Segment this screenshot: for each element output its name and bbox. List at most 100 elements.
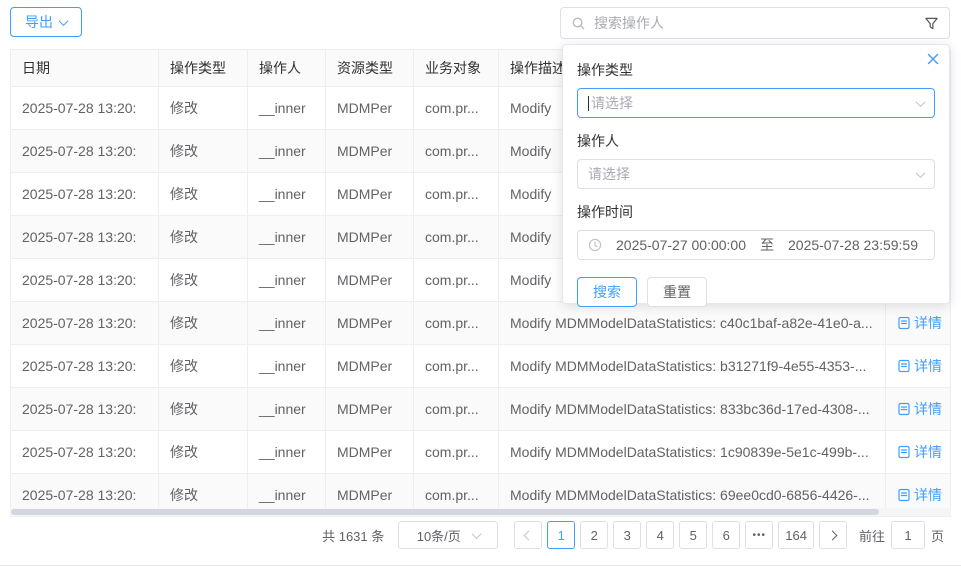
cell-resource: MDMPer [326,431,414,473]
container-bottom-border [0,565,961,566]
detail-link-label: 详情 [914,485,942,505]
cell-object: com.pr... [414,388,499,430]
document-icon [897,488,911,502]
date-range-start: 2025-07-27 00:00:00 [616,237,746,253]
date-range-picker[interactable]: 2025-07-27 00:00:00 至 2025-07-28 23:59:5… [577,230,935,260]
document-icon [897,316,911,330]
cell-type: 修改 [159,431,248,473]
cell-resource: MDMPer [326,130,414,172]
cell-object: com.pr... [414,345,499,387]
page-button-4[interactable]: 4 [646,521,674,549]
cell-object: com.pr... [414,259,499,301]
total-count: 共 1631 条 [322,526,384,545]
operator-search-box[interactable] [560,7,950,39]
cell-detail: 详情 [886,302,950,344]
table-row: 2025-07-28 13:20:修改__innerMDMPercom.pr..… [11,430,950,473]
table-row: 2025-07-28 13:20:修改__innerMDMPercom.pr..… [11,301,950,344]
prev-page-button[interactable] [514,521,542,549]
cell-date: 2025-07-28 13:20: [11,431,159,473]
col-header-type: 操作类型 [159,50,248,86]
cell-type: 修改 [159,259,248,301]
cell-desc: Modify MDMModelDataStatistics: 833bc36d-… [499,388,886,430]
date-range-separator: 至 [760,235,774,255]
filter-funnel-icon[interactable] [924,16,939,31]
chevron-down-icon [471,529,481,539]
page-button-5[interactable]: 5 [679,521,707,549]
cell-operator: __inner [248,130,326,172]
filter-panel: 操作类型 请选择 操作人 请选择 操作时间 2025-07-27 00:00:0… [562,44,950,304]
cell-operator: __inner [248,173,326,215]
page-button-6[interactable]: 6 [712,521,740,549]
cell-desc: Modify MDMModelDataStatistics: 1c90839e-… [499,431,886,473]
cell-date: 2025-07-28 13:20: [11,87,159,129]
cell-resource: MDMPer [326,173,414,215]
goto-page-input[interactable] [891,521,925,549]
operator-select[interactable]: 请选择 [577,159,935,189]
more-pages-button[interactable]: ••• [745,521,773,549]
page-button-2[interactable]: 2 [580,521,608,549]
cell-type: 修改 [159,216,248,258]
cell-operator: __inner [248,388,326,430]
col-header-operator: 操作人 [248,50,326,86]
chevron-right-icon [828,530,838,540]
cell-resource: MDMPer [326,259,414,301]
horizontal-scrollbar-thumb[interactable] [11,509,879,515]
operation-type-select[interactable]: 请选择 [577,88,935,118]
detail-link-label: 详情 [914,399,942,419]
page-size-select[interactable]: 10条/页 [398,521,498,549]
search-button[interactable]: 搜索 [577,277,637,307]
cell-object: com.pr... [414,216,499,258]
detail-link[interactable]: 详情 [897,485,942,505]
cell-date: 2025-07-28 13:20: [11,388,159,430]
cell-object: com.pr... [414,431,499,473]
page-button-3[interactable]: 3 [613,521,641,549]
cell-type: 修改 [159,302,248,344]
chevron-down-icon [916,97,926,107]
close-icon[interactable] [927,53,939,65]
search-input[interactable] [594,15,916,31]
cell-type: 修改 [159,87,248,129]
detail-link[interactable]: 详情 [897,356,942,376]
cell-type: 修改 [159,130,248,172]
operator-label: 操作人 [577,131,935,151]
cell-type: 修改 [159,173,248,215]
cell-operator: __inner [248,259,326,301]
cell-type: 修改 [159,345,248,387]
col-header-resource: 资源类型 [326,50,414,86]
detail-link[interactable]: 详情 [897,442,942,462]
cell-date: 2025-07-28 13:20: [11,130,159,172]
cell-date: 2025-07-28 13:20: [11,302,159,344]
cell-operator: __inner [248,87,326,129]
cell-date: 2025-07-28 13:20: [11,216,159,258]
chevron-down-icon [916,168,926,178]
cell-resource: MDMPer [326,216,414,258]
table-row: 2025-07-28 13:20:修改__innerMDMPercom.pr..… [11,344,950,387]
export-button[interactable]: 导出 [10,7,82,37]
cell-detail: 详情 [886,388,950,430]
page-button-1[interactable]: 1 [547,521,575,549]
search-icon [571,16,586,31]
detail-link[interactable]: 详情 [897,313,942,333]
cell-operator: __inner [248,431,326,473]
cell-date: 2025-07-28 13:20: [11,259,159,301]
page-button-164[interactable]: 164 [778,521,814,549]
cell-operator: __inner [248,216,326,258]
cell-object: com.pr... [414,173,499,215]
cell-resource: MDMPer [326,345,414,387]
goto-suffix: 页 [931,526,944,545]
col-header-object: 业务对象 [414,50,499,86]
cell-desc: Modify MDMModelDataStatistics: b31271f9-… [499,345,886,387]
document-icon [897,445,911,459]
next-page-button[interactable] [819,521,847,549]
reset-button[interactable]: 重置 [647,277,707,307]
detail-link[interactable]: 详情 [897,399,942,419]
cell-object: com.pr... [414,302,499,344]
operator-placeholder: 请选择 [588,164,630,184]
horizontal-scrollbar-track [10,508,951,516]
cell-date: 2025-07-28 13:20: [11,173,159,215]
pagination: 共 1631 条 10条/页 123456•••164 前往 页 [322,521,944,549]
operation-type-placeholder: 请选择 [591,93,633,113]
col-header-date: 日期 [11,50,159,86]
document-icon [897,402,911,416]
operation-log-page: 导出 日期 操作类型 操作人 资源类型 业务对象 操作描述 2025-07-28… [0,0,961,571]
